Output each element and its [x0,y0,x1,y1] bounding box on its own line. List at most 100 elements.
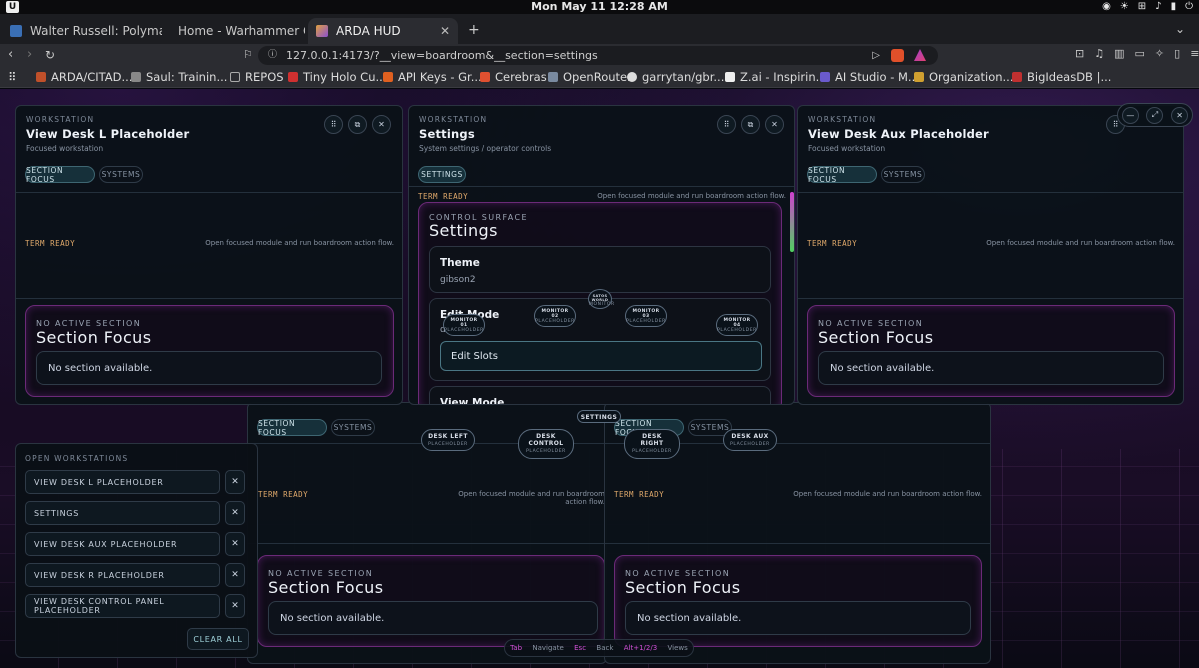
section-focus-card: NO ACTIVE SECTION Section Focus No secti… [614,555,982,647]
tab-systems[interactable]: SYSTEMS [881,166,925,183]
term-hint: Open focused module and run boardroom ac… [205,239,394,247]
tab-systems[interactable]: SYSTEMS [331,419,375,436]
minimize-icon[interactable]: — [1121,106,1139,124]
vpn-icon[interactable]: ▯ [1174,47,1180,60]
bookmark-item[interactable]: Tiny Holo Cu... [288,69,386,85]
share-icon[interactable]: ▷ [872,46,880,65]
node-desk-control[interactable]: DESK CONTROL PLACEHOLDER [518,429,574,459]
bookmark-item[interactable]: Cerebras [480,69,547,85]
term-hint: Open focused module and run boardroom ac… [793,490,982,498]
tab-search-icon[interactable]: ⌄ [1175,22,1185,36]
close-tab-icon[interactable]: ✕ [440,24,450,38]
browser-tab-active[interactable]: ARDA HUD ✕ [308,18,458,44]
menu-icon[interactable]: ≡ [1190,47,1199,60]
close-icon[interactable]: ✕ [372,115,391,134]
maximize-icon[interactable]: ⤢ [1146,106,1164,124]
close-workstation-icon[interactable]: ✕ [225,501,245,525]
node-label: DESK AUX [731,433,769,440]
node-monitor-01[interactable]: MONITOR 01 PLACEHOLDER [443,314,485,336]
browser-tab-bar: Walter Russell: Polymath Home - Warhamme… [0,14,1199,46]
workstation-item[interactable]: VIEW DESK L PLACEHOLDER [25,470,220,494]
bookmark-item[interactable]: Z.ai - Inspirin... [725,69,827,85]
section-focus-card: NO ACTIVE SECTION Section Focus No secti… [25,305,394,397]
clear-all-button[interactable]: CLEAR ALL [187,628,249,650]
bookmark-favicon-icon [383,72,393,82]
close-workstation-icon[interactable]: ✕ [225,563,245,587]
term-hint: Open focused module and run boardroom ac… [458,490,605,506]
edit-slots-button[interactable]: Edit Slots [440,341,762,371]
battery-icon[interactable]: ▮ [1171,1,1177,13]
workstation-item[interactable]: VIEW DESK R PLACEHOLDER [25,563,220,587]
grid-icon[interactable]: ⠿ [324,115,343,134]
discord-icon[interactable]: ◉ [1102,1,1111,13]
node-label: DESK LEFT [428,433,468,440]
extensions-icon[interactable]: ✧ [1155,47,1164,60]
power-icon[interactable]: ⏻ [1185,1,1193,13]
tab-settings[interactable]: SETTINGS [418,166,466,183]
node-settings[interactable]: SETTINGS [577,410,621,423]
scrollbar[interactable] [790,192,794,252]
forward-icon[interactable]: › [27,47,32,63]
node-monitor-02[interactable]: MONITOR 02 PLACEHOLDER [534,305,576,327]
node-desk-left[interactable]: DESK LEFT PLACEHOLDER [421,429,475,451]
hud-viewport: — ⤢ ✕ SECTION FOCUS SYSTEMS TERM READY O… [0,89,1199,668]
bookmark-item[interactable]: OpenRouter [548,69,632,85]
new-tab-icon[interactable]: + [468,22,480,38]
divider [798,192,1183,193]
close-icon[interactable]: ✕ [765,115,784,134]
workstation-item[interactable]: VIEW DESK AUX PLACEHOLDER [25,532,220,556]
bookmark-favicon-icon [131,72,141,82]
media-icon[interactable]: ♫ [1094,47,1104,60]
wallet-icon[interactable]: ▭ [1135,47,1145,60]
node-world[interactable]: SATOS WORLD MONITOR [588,289,614,309]
close-workstation-icon[interactable]: ✕ [225,470,245,494]
tab-section-focus[interactable]: SECTION FOCUS [807,166,877,184]
tab-systems[interactable]: SYSTEMS [99,166,143,183]
workstation-item[interactable]: VIEW DESK CONTROL PANEL PLACEHOLDER [25,594,220,618]
divider [605,543,990,544]
setting-theme[interactable]: Theme gibson2 [429,246,771,293]
network-icon[interactable]: ⊞ [1138,1,1146,13]
bookmark-item[interactable]: AI Studio - M... [820,69,919,85]
close-workstation-icon[interactable]: ✕ [225,532,245,556]
reload-icon[interactable]: ↻ [45,47,55,63]
bookmark-item[interactable]: API Keys - Gr... [383,69,482,85]
brave-shields-icon[interactable] [891,49,904,62]
tab-section-focus[interactable]: SECTION FOCUS [257,419,327,437]
open-workstations-title: OPEN WORKSTATIONS [25,454,129,463]
node-desk-right[interactable]: DESK RIGHT PLACEHOLDER [624,429,680,459]
screenshot-icon[interactable]: ⊡ [1075,47,1084,60]
bookmark-label: ARDA/CITAD... [51,70,133,84]
close-icon[interactable]: ✕ [1171,106,1189,124]
volume-icon[interactable]: ♪ [1155,1,1161,13]
bookmark-label: Z.ai - Inspirin... [740,70,827,84]
sidebar-icon[interactable]: ▥ [1114,47,1124,60]
setting-view-mode[interactable]: View Mode [429,386,771,404]
bookmark-favicon-icon [914,72,924,82]
bookmark-item[interactable]: garrytan/gbr... [627,69,724,85]
apps-grid-icon[interactable]: ⠿ [8,69,16,85]
bookmark-item[interactable]: BigIdeasDB |... [1012,69,1111,85]
workstation-item[interactable]: SETTINGS [25,501,220,525]
browser-tab[interactable]: Walter Russell: Polymath [2,18,162,44]
brightness-icon[interactable]: ☀ [1120,1,1129,13]
brave-rewards-icon[interactable] [914,49,926,61]
bookmark-item[interactable]: ARDA/CITAD... [36,69,133,85]
address-bar[interactable]: ⓘ 127.0.0.1:4173/?__view=boardroom&__sec… [258,46,938,65]
close-workstation-icon[interactable]: ✕ [225,594,245,618]
site-info-icon[interactable]: ⓘ [268,46,277,65]
popout-icon[interactable]: ⧉ [741,115,760,134]
node-monitor-03[interactable]: MONITOR 03 PLACEHOLDER [625,305,667,327]
back-icon[interactable]: ‹ [8,47,13,63]
bookmark-item[interactable]: Saul: Trainin... [131,69,227,85]
window-controls: — ⤢ ✕ [1117,103,1193,127]
tab-section-focus[interactable]: SECTION FOCUS [25,166,95,184]
browser-tab[interactable]: Home - Warhammer Comm [170,18,305,44]
bookmark-item[interactable]: Organization... [914,69,1014,85]
node-desk-aux[interactable]: DESK AUX PLACEHOLDER [723,429,777,451]
bookmark-item[interactable]: REPOS [230,69,284,85]
node-monitor-04[interactable]: MONITOR 04 PLACEHOLDER [716,314,758,336]
grid-icon[interactable]: ⠿ [717,115,736,134]
bookmark-page-icon[interactable]: ⚐ [243,47,253,63]
popout-icon[interactable]: ⧉ [348,115,367,134]
